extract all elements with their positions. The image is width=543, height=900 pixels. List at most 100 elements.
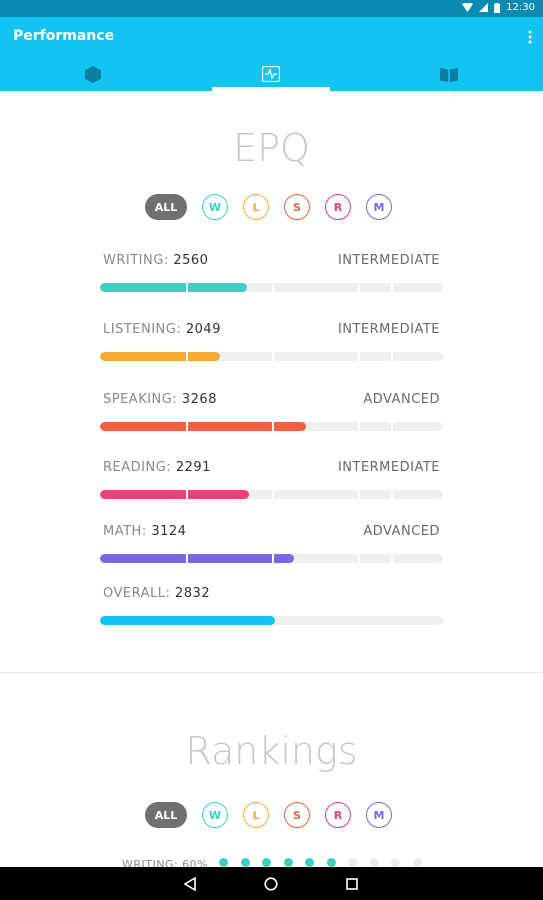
metric-level: ADVANCED [363, 524, 440, 539]
progress-segment-divider [358, 283, 360, 292]
progress-fill [100, 616, 275, 625]
ranking-dot [326, 858, 336, 867]
metric-label: MATH: 3124 [103, 524, 186, 539]
progress-fill [100, 554, 294, 563]
progress-track [100, 554, 443, 563]
tab-bar [0, 57, 543, 91]
metric-label: READING: 2291 [103, 460, 211, 475]
progress-track [100, 490, 443, 499]
ranking-dot [412, 858, 422, 867]
ranking-dot [262, 858, 271, 867]
ranking-dot [348, 858, 357, 867]
progress-segment-divider [391, 352, 393, 361]
metric-value: 2291 [175, 460, 211, 475]
progress-segment-divider [272, 422, 274, 431]
progress-segment-divider [186, 490, 188, 499]
metric-value: 3268 [181, 392, 217, 407]
metric-name: LISTENING: [103, 322, 182, 337]
ranking-dot [283, 858, 293, 867]
progress-segment-divider [391, 554, 393, 563]
tab-overview[interactable] [34, 57, 152, 91]
progress-segment-divider [272, 490, 274, 499]
back-icon [184, 877, 196, 891]
metric-name: READING: [103, 460, 172, 475]
metric-name: SPEAKING: [103, 392, 178, 407]
progress-segment-divider [391, 283, 393, 292]
tab-performance[interactable] [212, 57, 330, 91]
progress-segment-divider [186, 422, 188, 431]
ranking-dot [219, 858, 228, 867]
navigation-bar [0, 867, 543, 900]
metric-level: ADVANCED [363, 392, 440, 407]
app-title: Performance [13, 28, 115, 44]
progress-segment-divider [272, 554, 274, 563]
metric-label: OVERALL: 2832 [103, 586, 210, 601]
rankings-filter-r[interactable]: R [325, 802, 351, 828]
progress-segment-divider [391, 490, 393, 499]
metric-value: 2560 [173, 253, 209, 268]
rankings-filter-s[interactable]: S [284, 802, 310, 828]
progress-segment-divider [358, 352, 360, 361]
section-divider [0, 672, 543, 673]
rankings-title: Rankings [185, 729, 358, 773]
book-icon [440, 67, 458, 82]
status-time: 12:30 [506, 2, 535, 13]
progress-segment-divider [272, 283, 274, 292]
progress-fill [100, 352, 221, 361]
epq-filter-w[interactable]: W [202, 194, 228, 220]
progress-segment-divider [358, 490, 360, 499]
rankings-filter-all[interactable]: ALL [145, 802, 187, 828]
ranking-dot [305, 858, 314, 867]
metric-level: INTERMEDIATE [337, 460, 440, 475]
wifi-icon [462, 3, 474, 12]
progress-fill [100, 490, 250, 499]
tab-library[interactable] [390, 57, 508, 91]
metric-name: OVERALL: [103, 586, 171, 601]
epq-filter-s[interactable]: S [284, 194, 310, 220]
more-vert-icon [528, 30, 532, 44]
metric-level: INTERMEDIATE [337, 322, 440, 337]
metric-label: SPEAKING: 3268 [103, 392, 217, 407]
metric-label: LISTENING: 2049 [103, 322, 221, 337]
overflow-menu-button[interactable] [527, 29, 533, 44]
home-icon [264, 877, 278, 891]
app-bar: Performance [0, 17, 543, 91]
progress-track [100, 616, 443, 625]
status-bar: 12:30 [0, 0, 543, 17]
progress-fill [100, 283, 248, 292]
epq-filter-m[interactable]: M [366, 194, 392, 220]
status-icons: 12:30 [462, 2, 535, 13]
progress-segment-divider [391, 422, 393, 431]
progress-track [100, 352, 443, 361]
metric-label: WRITING: 2560 [103, 253, 208, 268]
tab-indicator [212, 87, 330, 91]
metric-name: MATH: [103, 524, 147, 539]
epq-filter-row: ALL W L S R M [0, 194, 543, 220]
recents-icon [346, 878, 358, 890]
metric-level: INTERMEDIATE [337, 253, 440, 268]
metric-value: 2832 [175, 586, 211, 601]
metric-name: WRITING: [103, 253, 169, 268]
progress-segment-divider [186, 283, 188, 292]
epq-title: EPQ [233, 126, 310, 170]
signal-icon [479, 3, 489, 12]
back-button[interactable] [181, 875, 199, 893]
progress-segment-divider [186, 554, 188, 563]
epq-filter-r[interactable]: R [325, 194, 351, 220]
recents-button[interactable] [343, 875, 361, 893]
rankings-filter-m[interactable]: M [366, 802, 392, 828]
progress-segment-divider [358, 554, 360, 563]
epq-filter-l[interactable]: L [243, 194, 269, 220]
epq-filter-all[interactable]: ALL [145, 194, 187, 220]
battery-icon [494, 2, 501, 13]
progress-track [100, 422, 443, 431]
ranking-dot [391, 858, 400, 867]
ranking-dot [240, 858, 250, 867]
progress-segment-divider [358, 422, 360, 431]
rankings-filter-w[interactable]: W [202, 802, 228, 828]
rankings-filter-l[interactable]: L [243, 802, 269, 828]
progress-track [100, 283, 443, 292]
pulse-icon [262, 66, 280, 82]
home-button[interactable] [262, 875, 280, 893]
rankings-filter-row: ALL W L S R M [0, 802, 543, 828]
